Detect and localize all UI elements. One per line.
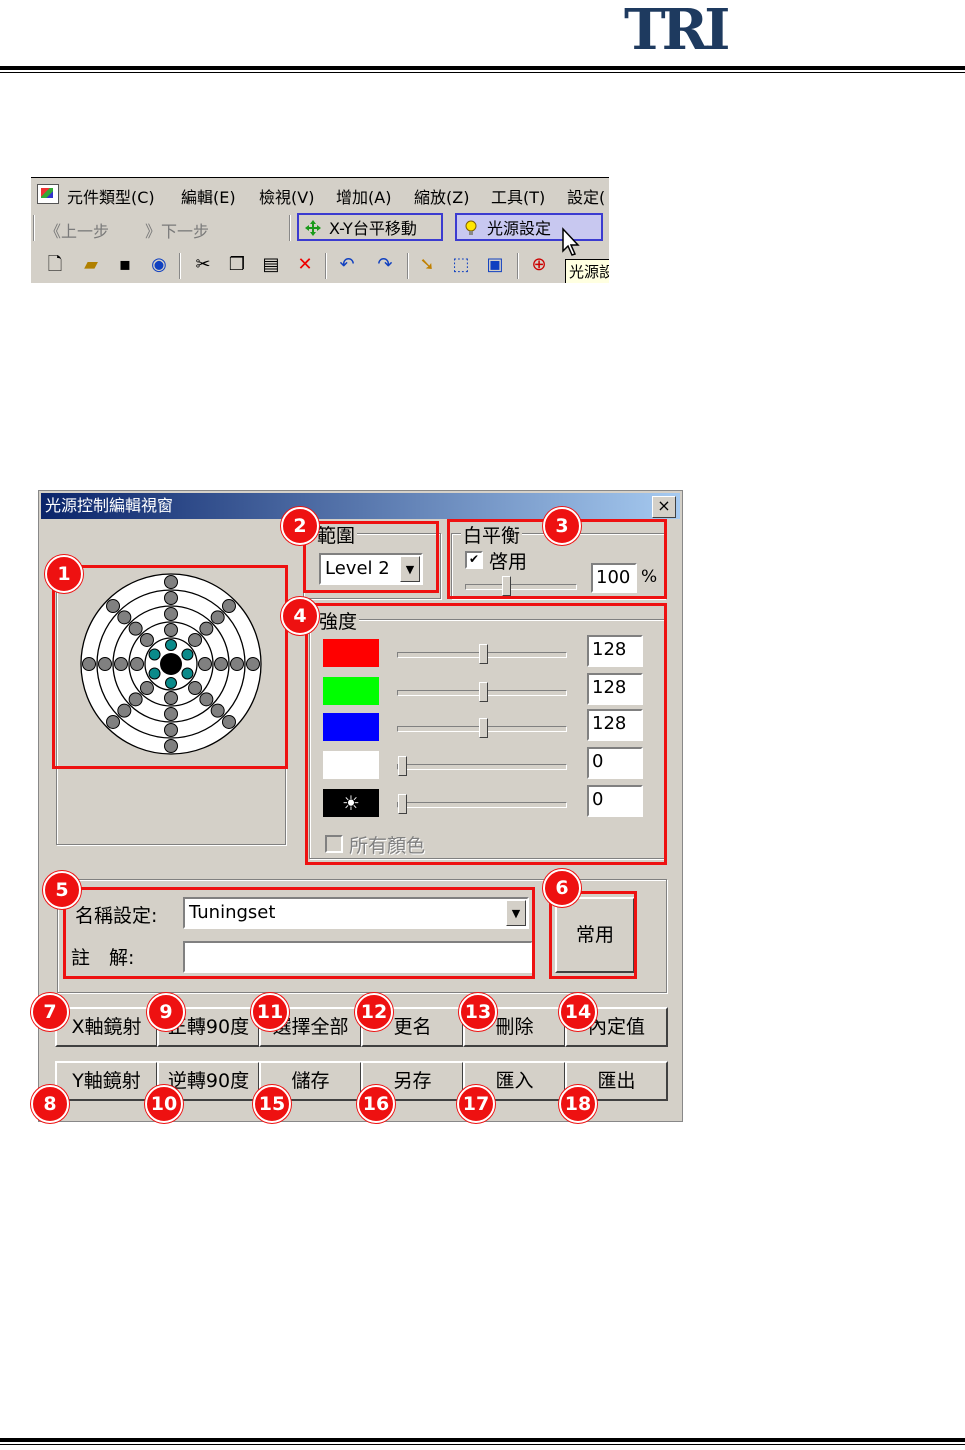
fit-view-icon[interactable]: ⬚: [451, 255, 471, 275]
sun-icon: ☀: [342, 791, 360, 815]
light-control-dialog: 光源控制編輯視窗 × 範圍 Level 2 ▼ 白平衡 ✔ 啓用 100 % 強…: [31, 490, 683, 1123]
callout-2: 2: [281, 507, 319, 545]
dialog-titlebar: 光源控制編輯視窗 ×: [41, 493, 680, 519]
menu-zoom[interactable]: 縮放(Z): [414, 184, 469, 208]
main-toolbar: 🗋 ▰ ▪ ◉ ✂ ❐ ▤ ✕ ↶ ↷ ➘ ⬚ ▣ ⊕: [31, 249, 609, 283]
channel-swatch-5: ☀: [323, 789, 379, 817]
callout-15: 15: [253, 1085, 291, 1123]
app-icon: [37, 184, 59, 204]
channel-value-field-1[interactable]: 128: [587, 635, 643, 667]
callout-5: 5: [43, 871, 81, 909]
callout-12: 12: [355, 993, 393, 1031]
callout-8: 8: [31, 1085, 69, 1123]
channel-slider-thumb-3[interactable]: [479, 718, 488, 738]
open-folder-icon[interactable]: ▰: [81, 255, 101, 275]
channel-value-field-4[interactable]: 0: [587, 747, 643, 779]
callout-11: 11: [251, 993, 289, 1031]
mouse-cursor-icon: [562, 227, 580, 256]
annotation-box-1: [52, 565, 288, 769]
xy-move-button[interactable]: X-Y台平移動: [297, 213, 443, 241]
callout-9: 9: [147, 993, 185, 1031]
cut-icon[interactable]: ✂: [193, 255, 213, 275]
callout-14: 14: [559, 993, 597, 1031]
channel-value-field-2[interactable]: 128: [587, 673, 643, 705]
xy-move-label: X-Y台平移動: [329, 219, 417, 238]
channel-slider-3[interactable]: [397, 718, 567, 738]
header-rule: [0, 66, 965, 70]
light-settings-label: 光源設定: [487, 219, 552, 238]
channel-swatch-3: [323, 713, 379, 741]
toolbar-screenshot: 元件類型(C) 編輯(E) 檢視(V) 增加(A) 縮放(Z) 工具(T) 設定…: [31, 177, 609, 283]
callout-10: 10: [145, 1085, 183, 1123]
channel-swatch-1: [323, 639, 379, 667]
nav-toolbar: 《上一步 》下一步 X-Y台平移動 光源設定: [31, 211, 609, 247]
channel-swatch-4: [323, 751, 379, 779]
channel-slider-thumb-5[interactable]: [398, 794, 407, 814]
channel-value-field-3[interactable]: 128: [587, 709, 643, 741]
callout-6: 6: [543, 869, 581, 907]
delete-icon[interactable]: ✕: [295, 255, 315, 275]
close-button[interactable]: ×: [652, 496, 676, 518]
zoom-in-icon[interactable]: ⊕: [529, 255, 549, 275]
footer-rule: [0, 1438, 965, 1442]
x-mirror-button[interactable]: X軸鏡射: [55, 1007, 158, 1047]
callout-4: 4: [281, 597, 319, 635]
channel-swatch-2: [323, 677, 379, 705]
channel-value-field-5[interactable]: 0: [587, 785, 643, 817]
y-mirror-button[interactable]: Y軸鏡射: [55, 1061, 158, 1101]
channel-slider-4[interactable]: [397, 756, 567, 776]
annotation-box-2: [303, 521, 439, 593]
prev-step-button[interactable]: 《上一步: [45, 218, 109, 242]
dialog-title: 光源控制編輯視窗: [45, 496, 174, 515]
header-rule-thin: [0, 72, 965, 73]
save-icon[interactable]: ▪: [115, 255, 135, 275]
menu-add[interactable]: 增加(A): [336, 184, 391, 208]
paste-icon[interactable]: ▤: [261, 255, 281, 275]
redo-icon[interactable]: ↷: [375, 255, 395, 275]
footer-rule-thin: [0, 1444, 965, 1445]
menu-settings[interactable]: 設定(: [567, 184, 605, 208]
menu-view[interactable]: 檢視(V): [259, 184, 314, 208]
new-file-icon[interactable]: 🗋: [45, 255, 65, 275]
tri-logo: TRI: [624, 0, 730, 63]
tooltip: 光源設: [565, 259, 609, 283]
channel-slider-thumb-2[interactable]: [479, 682, 488, 702]
callout-1: 1: [45, 555, 83, 593]
annotation-box-5: [63, 887, 535, 979]
callout-16: 16: [357, 1085, 395, 1123]
pointer-icon[interactable]: ➘: [417, 255, 437, 275]
callout-13: 13: [459, 993, 497, 1031]
menu-component-type[interactable]: 元件類型(C): [67, 184, 155, 208]
menu-bar: 元件類型(C) 編輯(E) 檢視(V) 增加(A) 縮放(Z) 工具(T) 設定…: [31, 177, 609, 210]
channel-slider-2[interactable]: [397, 682, 567, 702]
channel-slider-1[interactable]: [397, 644, 567, 664]
copy-icon[interactable]: ❐: [227, 255, 247, 275]
channel-slider-thumb-1[interactable]: [479, 644, 488, 664]
channel-slider-thumb-4[interactable]: [398, 756, 407, 776]
menu-tools[interactable]: 工具(T): [491, 184, 545, 208]
callout-3: 3: [543, 507, 581, 545]
undo-icon[interactable]: ↶: [337, 255, 357, 275]
callout-18: 18: [559, 1085, 597, 1123]
move-arrows-icon: [305, 220, 321, 236]
lightbulb-icon: [465, 220, 477, 235]
callout-17: 17: [457, 1085, 495, 1123]
channel-slider-5[interactable]: [397, 794, 567, 814]
callout-7: 7: [31, 993, 69, 1031]
refresh-icon[interactable]: ◉: [149, 255, 169, 275]
fit-all-icon[interactable]: ▣: [485, 255, 505, 275]
menu-edit[interactable]: 編輯(E): [181, 184, 236, 208]
next-step-button[interactable]: 》下一步: [145, 218, 209, 242]
